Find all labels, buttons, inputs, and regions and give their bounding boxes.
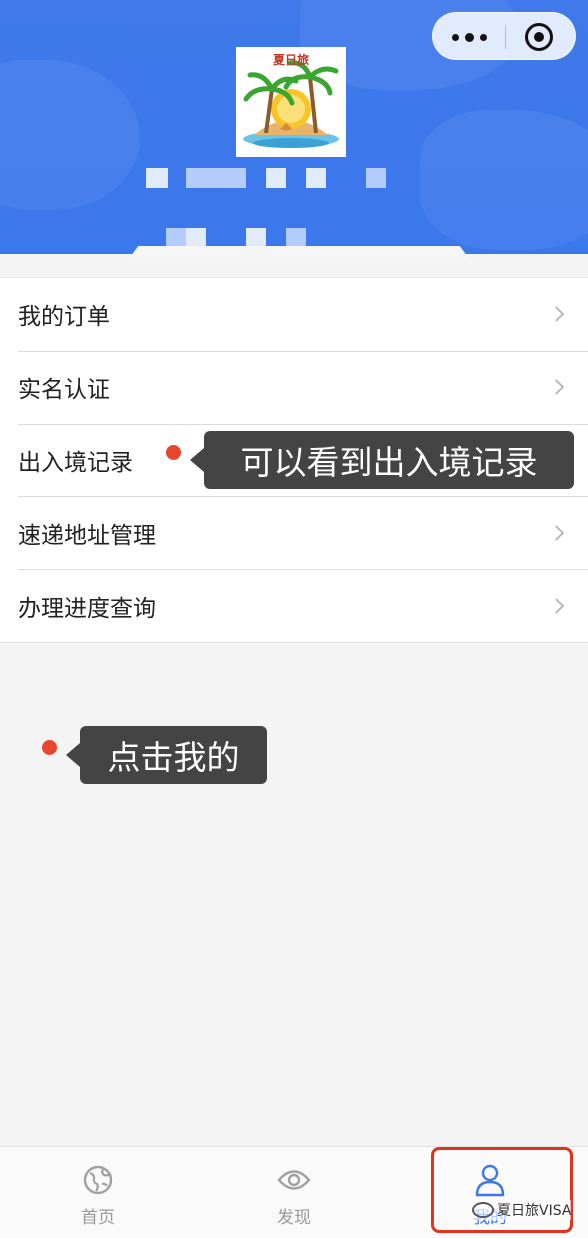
tab-label: 发现 [277,1208,311,1228]
annotation-tooltip-records: 可以看到出入境记录 [204,431,574,489]
chevron-right-icon [548,525,565,541]
miniprogram-capsule [432,12,576,60]
menu-item-progress-query[interactable]: 办理进度查询 [0,569,588,642]
menu-item-real-name-verification[interactable]: 实名认证 [0,350,588,424]
annotation-dot [166,445,181,460]
annotation-dot [42,740,57,755]
watermark-text: 夏日旅VISA [497,1203,572,1219]
profile-header: 夏日旅 [0,0,588,254]
menu-item-my-orders[interactable]: 我的订单 [0,278,588,351]
chevron-right-icon [548,306,565,323]
menu-item-label: 实名认证 [18,377,110,404]
menu-item-label: 办理进度查询 [18,595,156,622]
eye-icon [277,1163,311,1197]
world-map-decoration [0,60,140,210]
chevron-right-icon [548,597,565,614]
watermark: 夏日旅VISA [472,1200,572,1220]
logo-title: 夏日旅 [272,53,309,67]
menu-item-delivery-address[interactable]: 速递地址管理 [0,496,588,569]
tab-home[interactable]: 首页 [0,1147,196,1238]
menu-item-label: 速递地址管理 [18,522,156,549]
wechat-icon [472,1202,494,1218]
menu-item-label: 我的订单 [18,304,110,331]
tab-discover[interactable]: 发现 [196,1147,392,1238]
tab-label: 首页 [81,1208,115,1228]
more-options-button[interactable] [433,13,505,61]
menu-item-label: 出入境记录 [18,449,133,476]
chevron-right-icon [548,379,565,395]
world-map-decoration [420,110,588,250]
globe-icon [81,1163,115,1197]
annotation-tooltip-mine: 点击我的 [80,726,267,784]
close-miniprogram-button[interactable] [525,23,553,51]
header-notch [128,246,470,260]
app-logo: 夏日旅 [236,47,346,157]
highlight-frame [431,1147,573,1233]
